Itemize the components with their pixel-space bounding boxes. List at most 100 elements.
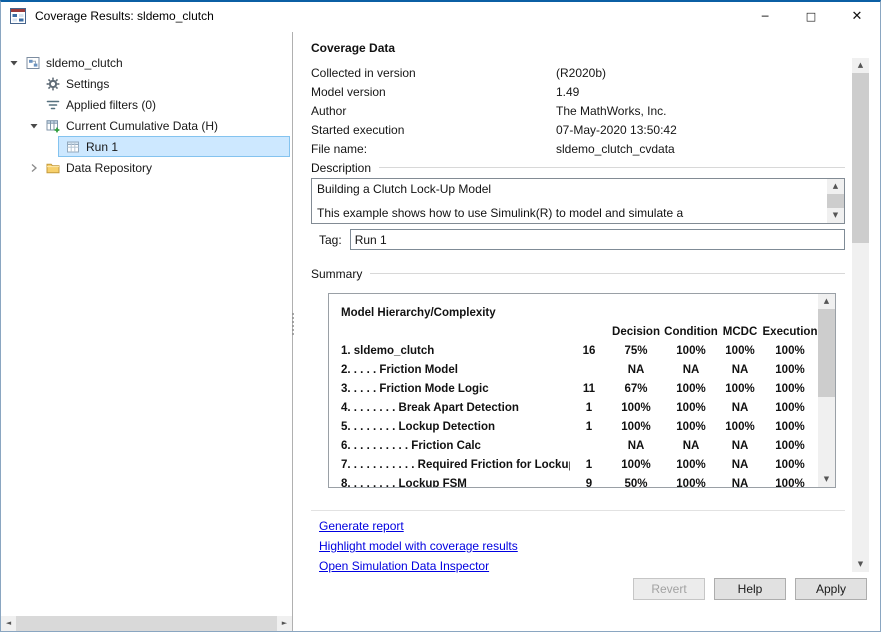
- dialog-button-bar: Revert Help Apply: [633, 578, 867, 600]
- apply-button[interactable]: Apply: [795, 578, 867, 600]
- cell-decision: NA: [608, 440, 664, 452]
- tree-item-label: sldemo_clutch: [46, 56, 123, 70]
- cell-decision: 67%: [608, 383, 664, 395]
- help-button[interactable]: Help: [714, 578, 786, 600]
- scrollbar-track[interactable]: [852, 243, 869, 557]
- cell-decision: 100%: [608, 459, 664, 471]
- description-scrollbar[interactable]: ▲ ▼: [827, 179, 844, 223]
- close-icon: ✕: [852, 9, 863, 24]
- scroll-down-arrow-icon[interactable]: ▼: [852, 557, 869, 572]
- cell-complexity: 11: [570, 383, 608, 395]
- summary-group-label: Summary: [311, 267, 845, 280]
- summary-row: 6. . . . . . . . . . Friction Calc NA NA…: [341, 436, 818, 455]
- summary-row: 8. . . . . . . . Lockup FSM 9 50% 100% N…: [341, 474, 818, 487]
- summary-table: Model Hierarchy/Complexity Decision Cond…: [328, 293, 836, 488]
- cell-mcdc: NA: [718, 478, 762, 488]
- tree-item-label: Settings: [66, 77, 109, 91]
- tree-item-sldemo-clutch[interactable]: sldemo_clutch: [1, 52, 292, 73]
- cell-condition: 100%: [664, 402, 718, 414]
- summary-row: 2. . . . . Friction Model NA NA NA 100%: [341, 360, 818, 379]
- tree-item-label: Data Repository: [66, 161, 152, 175]
- summary-table-content: Model Hierarchy/Complexity Decision Cond…: [329, 294, 818, 487]
- maximize-button[interactable]: □: [788, 2, 834, 30]
- right-panel-scrollbar[interactable]: ▲ ▼: [852, 58, 869, 572]
- scroll-right-arrow-icon[interactable]: ►: [277, 616, 292, 631]
- scroll-up-arrow-icon[interactable]: ▲: [852, 58, 869, 73]
- scrollbar-thumb[interactable]: [818, 309, 835, 397]
- group-separator-line: [379, 167, 845, 168]
- results-tree: sldemo_clutch Settin: [1, 32, 292, 616]
- cell-execution: 100%: [762, 478, 818, 488]
- cell-execution: 100%: [762, 440, 818, 452]
- cell-decision: 100%: [608, 421, 664, 433]
- generate-report-link[interactable]: Generate report: [319, 519, 404, 532]
- tree-item-label: Current Cumulative Data (H): [66, 119, 218, 133]
- description-group-label: Description: [311, 161, 845, 174]
- coverage-results-window: Coverage Results: sldemo_clutch ─ □ ✕ sl…: [0, 0, 881, 632]
- summary-row: 7. . . . . . . . . . . Required Friction…: [341, 455, 818, 474]
- scrollbar-track[interactable]: [818, 397, 835, 472]
- cell-decision: 50%: [608, 478, 664, 488]
- field-label: Author: [311, 104, 556, 118]
- cell-execution: 100%: [762, 383, 818, 395]
- tag-field-row: Tag:: [311, 229, 845, 250]
- scrollbar-thumb[interactable]: [827, 194, 844, 208]
- tree-item-label: Applied filters (0): [66, 98, 156, 112]
- expand-collapse-arrow-icon[interactable]: [9, 58, 19, 68]
- minimize-button[interactable]: ─: [742, 2, 788, 30]
- field-value: sldemo_clutch_cvdata: [556, 142, 675, 156]
- coverage-data-panel: Coverage Data Collected in version (R202…: [294, 32, 880, 631]
- highlight-model-link[interactable]: Highlight model with coverage results: [319, 539, 518, 552]
- scrollbar-thumb[interactable]: [852, 73, 869, 243]
- revert-button[interactable]: Revert: [633, 578, 705, 600]
- cell-execution: 100%: [762, 364, 818, 376]
- scroll-up-arrow-icon[interactable]: ▲: [818, 294, 835, 309]
- cell-condition: NA: [664, 440, 718, 452]
- field-label: Started execution: [311, 123, 556, 137]
- run-icon: [66, 140, 80, 154]
- cell-mcdc: NA: [718, 459, 762, 471]
- expand-collapse-arrow-icon[interactable]: [29, 163, 39, 173]
- field-row: File name: sldemo_clutch_cvdata: [311, 139, 845, 158]
- expand-collapse-arrow-icon[interactable]: [29, 121, 39, 131]
- titlebar[interactable]: Coverage Results: sldemo_clutch ─ □ ✕: [1, 2, 880, 30]
- field-row: Model version 1.49: [311, 82, 845, 101]
- summary-table-scrollbar[interactable]: ▲ ▼: [818, 294, 835, 487]
- description-textarea[interactable]: Building a Clutch Lock-Up Model This exa…: [311, 178, 845, 224]
- cell-decision: NA: [608, 364, 664, 376]
- cell-condition: NA: [664, 364, 718, 376]
- cell-condition: 100%: [664, 459, 718, 471]
- description-line: This example shows how to use Simulink(R…: [317, 206, 822, 220]
- cell-mcdc: NA: [718, 440, 762, 452]
- tree-item-run-1[interactable]: Run 1: [58, 136, 290, 157]
- scroll-down-arrow-icon[interactable]: ▼: [827, 208, 844, 223]
- scroll-left-arrow-icon[interactable]: ◄: [1, 616, 16, 631]
- links-separator-line: [311, 510, 845, 511]
- open-simulation-data-inspector-link[interactable]: Open Simulation Data Inspector: [319, 559, 489, 572]
- tree-item-current-cumulative-data[interactable]: Current Cumulative Data (H): [1, 115, 292, 136]
- field-value: 07-May-2020 13:50:42: [556, 123, 677, 137]
- cell-complexity: 1: [570, 459, 608, 471]
- filter-icon: [46, 98, 60, 112]
- tree-item-settings[interactable]: Settings: [1, 73, 292, 94]
- cell-mcdc: 100%: [718, 421, 762, 433]
- close-button[interactable]: ✕: [834, 2, 880, 30]
- tree-horizontal-scrollbar[interactable]: ◄ ►: [1, 616, 292, 631]
- gear-icon: [46, 77, 60, 91]
- description-text: Building a Clutch Lock-Up Model This exa…: [317, 182, 822, 220]
- field-label: Collected in version: [311, 66, 556, 80]
- field-row: Collected in version (R2020b): [311, 63, 845, 82]
- scroll-down-arrow-icon[interactable]: ▼: [818, 472, 835, 487]
- cell-execution: 100%: [762, 402, 818, 414]
- cell-condition: 100%: [664, 421, 718, 433]
- cell-condition: 100%: [664, 383, 718, 395]
- tree-item-data-repository[interactable]: Data Repository: [1, 157, 292, 178]
- action-links: Generate report Highlight model with cov…: [319, 519, 518, 572]
- cell-mcdc: NA: [718, 402, 762, 414]
- cell-hierarchy: 6. . . . . . . . . . Friction Calc: [341, 440, 570, 452]
- scroll-up-arrow-icon[interactable]: ▲: [827, 179, 844, 194]
- tree-item-applied-filters[interactable]: Applied filters (0): [1, 94, 292, 115]
- cell-hierarchy: 1. sldemo_clutch: [341, 345, 570, 357]
- scrollbar-thumb[interactable]: [16, 616, 277, 631]
- tag-input[interactable]: [350, 229, 845, 250]
